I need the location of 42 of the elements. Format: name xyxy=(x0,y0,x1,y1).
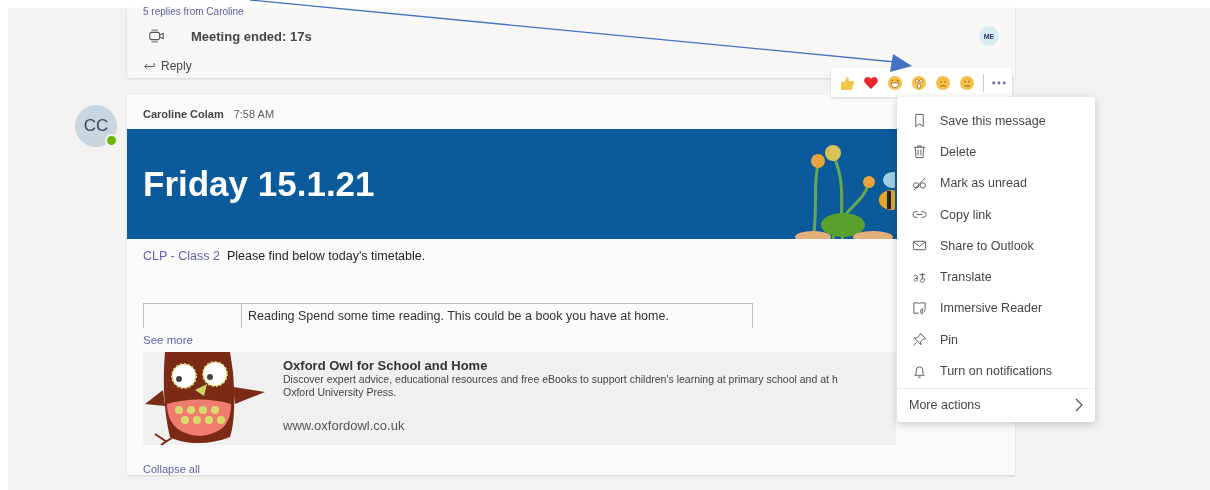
heart-icon[interactable] xyxy=(863,74,879,91)
trash-icon xyxy=(912,144,927,160)
menu-item[interactable]: Share to Outlook xyxy=(897,230,1095,262)
user-avatar: CC xyxy=(75,105,117,147)
bookmark-icon xyxy=(912,113,927,129)
table-cell: Reading Spend some time reading. This could be a book you have at home. xyxy=(241,303,753,328)
menu-item[interactable]: Delete xyxy=(897,136,1095,168)
menu-item[interactable]: Pin xyxy=(897,324,1095,356)
replies-link[interactable]: 5 replies from Caroline xyxy=(143,8,999,16)
channel-link[interactable]: CLP - Class 2 xyxy=(143,248,220,263)
author-name: Caroline Colam xyxy=(143,108,224,120)
reader-icon xyxy=(912,300,927,316)
menu-item[interactable]: Turn on notifications xyxy=(897,355,1095,387)
chevron-right-icon xyxy=(1075,398,1083,413)
preview-url: www.oxfordowl.co.uk xyxy=(283,418,406,433)
surprised-face-icon[interactable] xyxy=(911,74,927,91)
pin-icon xyxy=(912,332,927,348)
banner-title: Friday 15.1.21 xyxy=(143,163,375,204)
menu-item[interactable]: Mark as unread xyxy=(897,167,1095,199)
video-camera-icon xyxy=(147,28,165,44)
menu-item[interactable]: Immersive Reader xyxy=(897,292,1095,325)
link-preview-card[interactable]: Oxford Owl for School and Home Discover expert advice, educational resources and free eBooks to support children's learning at primary school and at h Oxford University Press. www.oxfordowl.co.uk xyxy=(143,352,896,445)
meeting-status-text: Meeting ended: 17s xyxy=(191,28,312,44)
message-text: Please find below today's timetable. xyxy=(226,248,426,263)
preview-title: Oxford Owl for School and Home xyxy=(283,358,489,373)
reply-arrow-icon xyxy=(143,61,155,71)
more-actions-item[interactable]: More actions xyxy=(897,387,1095,422)
message-time: 7:58 AM xyxy=(233,108,275,120)
menu-item[interactable]: Save this message xyxy=(897,105,1095,137)
preview-description: Oxford University Press. xyxy=(283,386,398,399)
menu-item[interactable]: Copy link xyxy=(897,198,1095,231)
more-options-icon[interactable] xyxy=(992,80,1006,85)
sad-face-icon[interactable] xyxy=(935,74,951,91)
bell-icon xyxy=(912,363,927,379)
reply-button[interactable]: Reply xyxy=(143,56,203,76)
crossed-glasses-icon xyxy=(912,175,927,191)
frowning-face-icon[interactable] xyxy=(959,74,975,91)
thumbs-up-icon[interactable] xyxy=(839,74,855,91)
menu-item[interactable]: Translate xyxy=(897,261,1095,293)
collapse-all-link[interactable]: Collapse all xyxy=(143,463,1015,475)
preview-description: Discover expert advice, educational resources and free eBooks to support children's learning at primary school and at h xyxy=(283,373,838,386)
laughing-face-icon[interactable] xyxy=(887,74,903,91)
